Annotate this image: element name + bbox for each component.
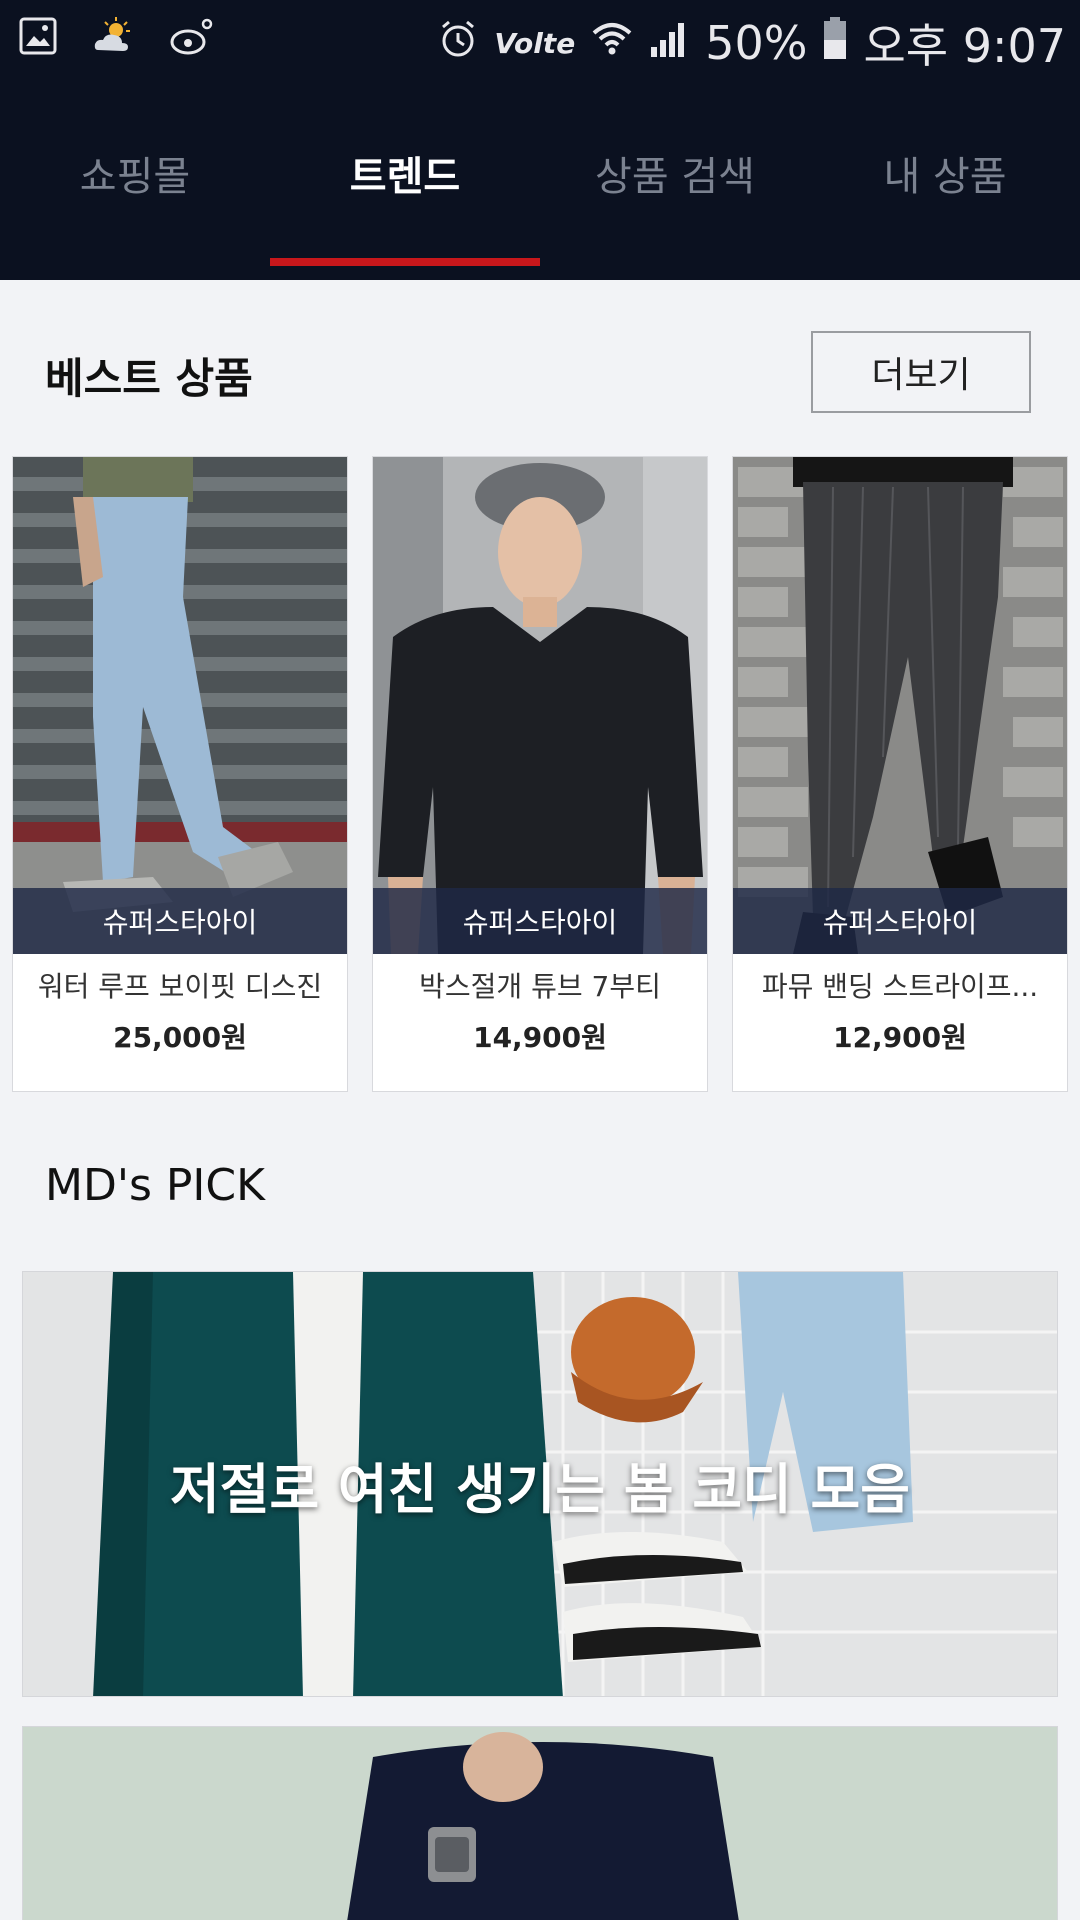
product-card[interactable]: 슈퍼스타아이 파뮤 밴딩 스트라이프... 12,900원 [732,456,1068,1092]
volte-icon: Volte [494,26,576,60]
product-image [13,457,347,954]
store-name: 슈퍼스타아이 [373,888,707,954]
md-pick-banner[interactable]: 저절로 여친 생기는 봄 코디 모음 [22,1271,1058,1697]
weather-icon [92,16,136,60]
top-tab-bar: 쇼핑몰 트렌드 상품 검색 내 상품 [0,80,1080,280]
tab-my-products[interactable]: 내 상품 [810,80,1080,280]
product-image [733,457,1067,954]
alarm-icon [438,16,478,70]
product-card[interactable]: 슈퍼스타아이 박스절개 튜브 7부티 14,900원 [372,456,708,1092]
weibo-icon [170,16,214,60]
best-products-title: 베스트 상품 [45,354,253,403]
battery-icon [823,16,847,71]
store-name: 슈퍼스타아이 [13,888,347,954]
product-price: 14,900원 [473,1021,607,1054]
gallery-icon [18,16,58,60]
md-pick-banner[interactable] [22,1726,1058,1920]
tab-product-search[interactable]: 상품 검색 [540,80,810,280]
battery-percent: 50% [705,16,808,70]
more-button[interactable]: 더보기 [811,331,1031,413]
product-image [373,457,707,954]
product-price: 12,900원 [833,1021,967,1054]
store-name: 슈퍼스타아이 [733,888,1067,954]
signal-icon [649,16,689,70]
status-bar: Volte 50% 오후 9:07 [0,0,1080,80]
product-name: 박스절개 튜브 7부티 [419,970,661,1003]
tab-trend[interactable]: 트렌드 [270,80,540,280]
banner-caption: 저절로 여친 생기는 봄 코디 모음 [170,1457,910,1521]
product-name: 워터 루프 보이핏 디스진 [37,970,323,1003]
tab-shopping-mall[interactable]: 쇼핑몰 [0,80,270,280]
best-products-list: 슈퍼스타아이 워터 루프 보이핏 디스진 25,000원 슈퍼스타아이 박스절개… [12,456,1068,1092]
product-name: 파뮤 밴딩 스트라이프... [761,970,1039,1003]
active-tab-indicator [270,258,540,266]
wifi-icon [591,16,633,70]
banner-caption [23,1727,1057,1920]
md-pick-title: MD's PICK [45,1160,265,1211]
product-card[interactable]: 슈퍼스타아이 워터 루프 보이핏 디스진 25,000원 [12,456,348,1092]
product-price: 25,000원 [113,1021,247,1054]
clock: 오후 9:07 [863,19,1066,73]
